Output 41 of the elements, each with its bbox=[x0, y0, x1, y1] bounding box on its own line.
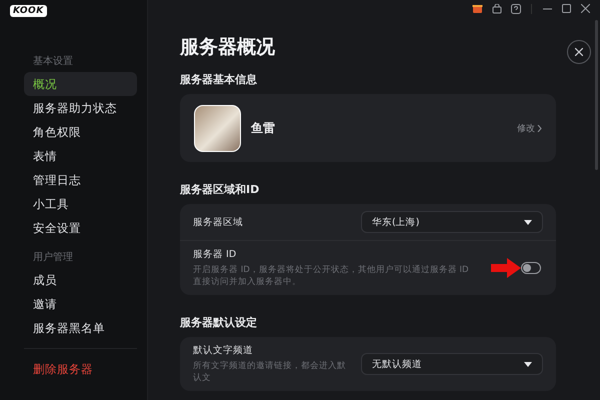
help-icon[interactable] bbox=[509, 2, 522, 15]
close-icon bbox=[575, 48, 583, 56]
chevron-right-icon bbox=[537, 124, 542, 132]
arrow-icon bbox=[491, 258, 521, 278]
sidebar-item[interactable]: 管理日志 bbox=[24, 168, 137, 192]
setting-label: 服务器区域 bbox=[193, 216, 244, 228]
sidebar-item[interactable]: 角色权限 bbox=[24, 120, 137, 144]
sidebar-group-title: 用户管理 bbox=[32, 250, 74, 265]
sidebar-group-title: 基本设置 bbox=[32, 54, 74, 69]
photo-placeholder bbox=[194, 104, 241, 152]
setting-label: 服务器 ID bbox=[193, 248, 238, 261]
close-icon[interactable] bbox=[579, 2, 592, 15]
sidebar-item[interactable]: 概况 bbox=[24, 72, 137, 96]
delete-server-item[interactable]: 删除服务器 bbox=[24, 357, 137, 381]
page-title: 服务器概况 bbox=[180, 35, 276, 60]
bag-icon[interactable] bbox=[490, 2, 503, 15]
sidebar-item[interactable]: 成员 bbox=[24, 268, 137, 292]
setting-description: 所有文字频道的邀请链接，都会进入默认文 bbox=[193, 360, 347, 384]
caret-icon bbox=[524, 220, 532, 224]
sidebar-item[interactable]: 表情 bbox=[24, 144, 137, 168]
sidebar-item[interactable]: 邀请 bbox=[24, 292, 137, 316]
server-name: 鱼雷 bbox=[251, 120, 276, 136]
dropdown-select[interactable]: 无默认频道 bbox=[361, 353, 543, 375]
sidebar-item[interactable]: 安全设置 bbox=[24, 216, 137, 240]
toggle-switch[interactable] bbox=[521, 262, 541, 274]
gift-icon[interactable] bbox=[471, 2, 484, 15]
maximize-icon[interactable] bbox=[560, 2, 573, 15]
sidebar-item[interactable]: 服务器黑名单 bbox=[24, 316, 137, 340]
scrollbar[interactable] bbox=[595, 20, 598, 170]
setting-description: 开启服务器 ID，服务器将处于公开状态，其他用户可以通过服务器 ID 直接访问并加入服务器中。 bbox=[193, 264, 470, 288]
section-title: 服务器基本信息 bbox=[180, 72, 258, 87]
sidebar-item[interactable]: 小工具 bbox=[24, 192, 137, 216]
dropdown-select[interactable]: 华东(上海) bbox=[361, 211, 543, 233]
edit-link[interactable]: 修改 bbox=[517, 122, 542, 134]
caret-icon bbox=[524, 362, 532, 366]
close-button[interactable] bbox=[567, 40, 591, 64]
sidebar-item[interactable]: 服务器助力状态 bbox=[24, 96, 137, 120]
section-title: 服务器默认设定 bbox=[180, 315, 258, 330]
app-logo: KOOK bbox=[10, 5, 47, 17]
setting-label: 默认文字频道 bbox=[193, 344, 254, 357]
section-title: 服务器区域和ID bbox=[180, 182, 260, 197]
